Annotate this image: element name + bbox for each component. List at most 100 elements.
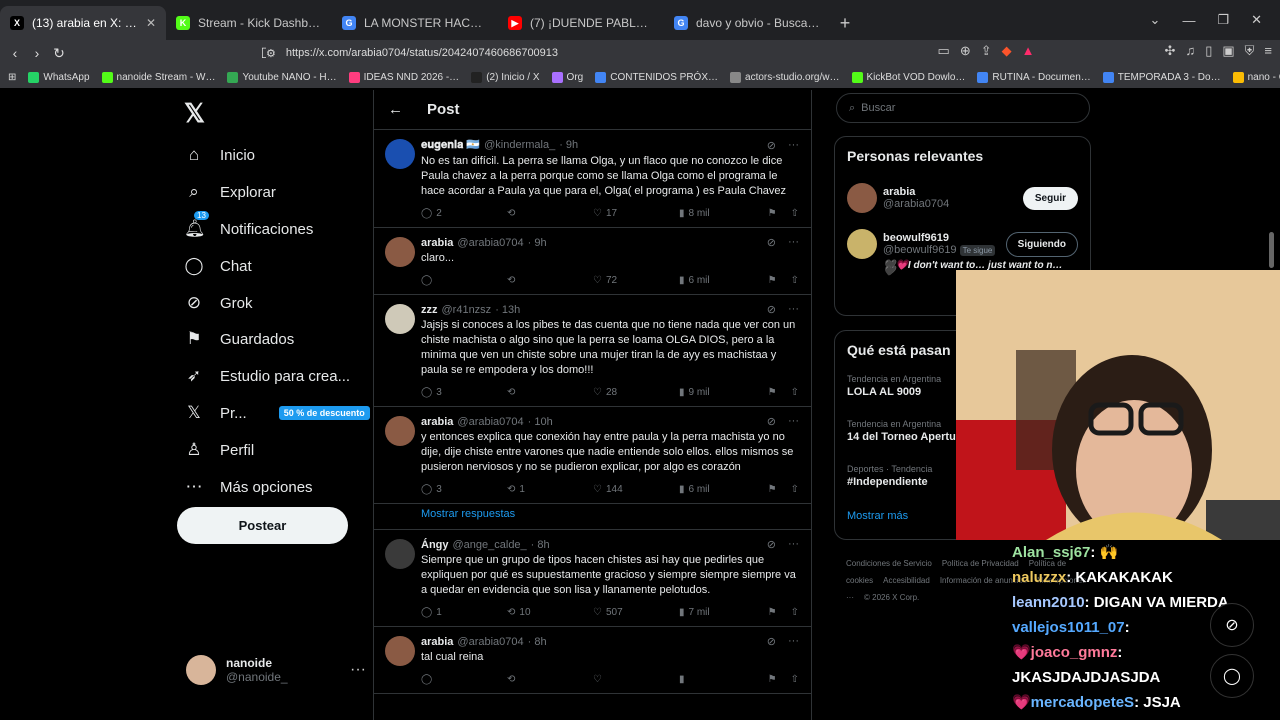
tab-close-icon[interactable]: ✕ [146, 16, 156, 30]
apps-icon[interactable]: ⊞ [8, 72, 16, 83]
footer-link[interactable]: Accesibilidad [883, 576, 930, 585]
author-handle[interactable]: @arabia0704 [457, 636, 523, 648]
repost-button[interactable]: ⟲ [507, 387, 593, 398]
bookmark-item[interactable]: (2) Inicio / X [471, 71, 540, 83]
zoom-icon[interactable]: ⊕ [960, 43, 971, 59]
views-button[interactable]: ▮ [679, 674, 765, 685]
site-info-icon[interactable]: ⚙ [266, 47, 276, 60]
back-button[interactable]: ‹ [4, 45, 26, 61]
author-name[interactable]: 𝐞𝐮𝐠𝐞𝐧𝐢𝐚 🇦🇷 [421, 138, 480, 152]
bookmark-item[interactable]: TEMPORADA 3 - Do… [1102, 71, 1221, 83]
more-icon[interactable]: ··· [350, 661, 366, 679]
tweet[interactable]: arabia @arabia0704 · 9h ⊘ ··· claro... ◯ ⟲ ♡ 72 ▮ 6… [374, 228, 811, 295]
sidebar-item-notificaciones[interactable]: 🔔︎ 13 Notificaciones [184, 211, 313, 246]
more-icon[interactable]: ··· [788, 635, 799, 648]
following-button[interactable]: Siguiendo [1005, 231, 1078, 257]
search-input[interactable]: ⌕ Buscar [836, 93, 1090, 123]
like-button[interactable]: ♡ 28 [593, 387, 679, 398]
footer-link[interactable]: © 2026 X Corp. [864, 593, 919, 602]
share-icon[interactable]: ⇧ [791, 484, 799, 495]
share-icon[interactable]: ⇧ [791, 387, 799, 398]
like-button[interactable]: ♡ 144 [593, 484, 679, 495]
close-window-button[interactable]: ✕ [1251, 12, 1262, 28]
wallet-icon[interactable]: ▣ [1222, 43, 1234, 59]
views-button[interactable]: ▮ 8 mil [679, 208, 765, 219]
brave-rewards-icon[interactable]: ▲ [1022, 43, 1035, 59]
browser-tab[interactable]: Gdavo y obvio - Buscar con Google [664, 6, 830, 40]
bookmark-item[interactable]: nanoide Stream - W… [101, 71, 215, 83]
tweet-time[interactable]: · 10h [528, 416, 553, 428]
author-handle[interactable]: @arabia0704 [457, 237, 523, 249]
bookmark-item[interactable]: WhatsApp [28, 71, 90, 83]
bookmark-item[interactable]: KickBot VOD Dowlo… [851, 71, 965, 83]
sidebar-item-explorar[interactable]: ⌕ Explorar [184, 175, 276, 209]
bookmark-item[interactable]: nano - Google Drive [1232, 71, 1280, 83]
tweet[interactable]: 𝐞𝐮𝐠𝐞𝐧𝐢𝐚 🇦🇷 @kindermala_ · 9h ⊘ ··· No es tan … [374, 130, 811, 228]
sidebar-item-pr[interactable]: 𝕏 Pr... 50 % de descuento [184, 396, 370, 430]
tweet[interactable]: Ángy @ange_calde_ · 8h ⊘ ··· Siempre que un g… [374, 530, 811, 627]
more-icon[interactable]: ··· [788, 139, 799, 152]
share-icon[interactable]: ⇧ [791, 208, 799, 219]
x-logo-icon[interactable]: 𝕏 [184, 98, 205, 129]
tweet-time[interactable]: · 13h [495, 304, 520, 316]
minimize-button[interactable]: — [1182, 13, 1195, 28]
extensions-icon[interactable]: ✣ [1165, 43, 1176, 59]
browser-tab[interactable]: G LA MONSTER HACE MAL? - Buscar c… [332, 6, 498, 40]
avatar[interactable] [385, 237, 415, 267]
avatar[interactable] [847, 183, 877, 213]
author-handle[interactable]: @ange_calde_ [453, 539, 527, 551]
brave-shield-icon[interactable]: ◆ [1002, 43, 1012, 59]
scrollbar-thumb[interactable] [1269, 232, 1274, 268]
reply-button[interactable]: ◯ 3 [421, 484, 507, 495]
sidebar-item-grok[interactable]: ⊘ Grok [184, 286, 253, 320]
forward-button[interactable]: › [26, 45, 48, 61]
like-button[interactable]: ♡ 17 [593, 208, 679, 219]
sidebar-item-m-s-opciones[interactable]: ⋯ Más opciones [184, 470, 313, 504]
menu-icon[interactable]: ≡ [1264, 43, 1272, 59]
bookmark-item[interactable]: RUTINA - Documen… [977, 71, 1091, 83]
tweet[interactable]: arabia @arabia0704 · 10h ⊘ ··· y entonces exp… [374, 407, 811, 504]
browser-tab[interactable]: ▶ (7) ¡DUENDE PABLO VS NANOIDE! S… [498, 6, 664, 40]
bookmark-icon[interactable]: ⚑ [768, 208, 777, 219]
avatar[interactable] [385, 539, 415, 569]
author-name[interactable]: zzz [421, 304, 438, 316]
author-name[interactable]: arabia [421, 636, 453, 648]
author-name[interactable]: arabia [421, 237, 453, 249]
bookmark-item[interactable]: CONTENIDOS PRÓX… [595, 71, 718, 83]
relevant-person[interactable]: arabia @arabia0704 Seguir [835, 175, 1090, 221]
like-button[interactable]: ♡ 72 [593, 275, 679, 286]
bookmark-icon[interactable]: ⚑ [768, 674, 777, 685]
share-icon[interactable]: ⇧ [791, 275, 799, 286]
avatar[interactable] [385, 416, 415, 446]
more-icon[interactable]: ··· [788, 303, 799, 316]
like-button[interactable]: ♡ 507 [593, 607, 679, 618]
tweet-time[interactable]: · 9h [559, 139, 578, 151]
bookmark-item[interactable]: IDEAS NND 2026 -… [348, 71, 459, 83]
bookmark-icon[interactable]: ⚑ [768, 484, 777, 495]
sidebar-icon[interactable]: ▯ [1205, 43, 1212, 59]
more-icon[interactable]: ··· [788, 415, 799, 428]
tweet-time[interactable]: · 8h [528, 636, 547, 648]
footer-link[interactable]: Política de Privacidad [942, 559, 1019, 568]
new-tab-button[interactable]: + [830, 6, 860, 40]
footer-link[interactable]: Condiciones de Servicio [846, 559, 932, 568]
views-button[interactable]: ▮ 9 mil [679, 387, 765, 398]
sidebar-item-perfil[interactable]: ♙ Perfil [184, 433, 254, 467]
vpn-icon[interactable]: ⛨ [1245, 43, 1255, 59]
bookmark-icon[interactable]: ⚑ [768, 275, 777, 286]
like-button[interactable]: ♡ [593, 674, 679, 685]
avatar[interactable] [847, 229, 877, 259]
reload-button[interactable]: ↻ [48, 45, 70, 62]
back-arrow-icon[interactable]: ← [388, 101, 403, 118]
views-button[interactable]: ▮ 6 mil [679, 275, 765, 286]
grok-icon[interactable]: ⊘ [767, 635, 776, 648]
reply-button[interactable]: ◯ [421, 674, 507, 685]
grok-icon[interactable]: ⊘ [767, 415, 776, 428]
bookmark-item[interactable]: actors-studio.org/w… [730, 71, 840, 83]
author-handle[interactable]: @r41nzsz [442, 304, 492, 316]
tweet[interactable]: arabia @arabia0704 · 8h ⊘ ··· tal cual reina ◯… [374, 627, 811, 694]
avatar[interactable] [385, 304, 415, 334]
address-bar[interactable]: ⚙ https://x.com/arabia0704/status/204240… [266, 42, 996, 64]
grok-icon[interactable]: ⊘ [767, 236, 776, 249]
share-icon[interactable]: ⇧ [791, 607, 799, 618]
